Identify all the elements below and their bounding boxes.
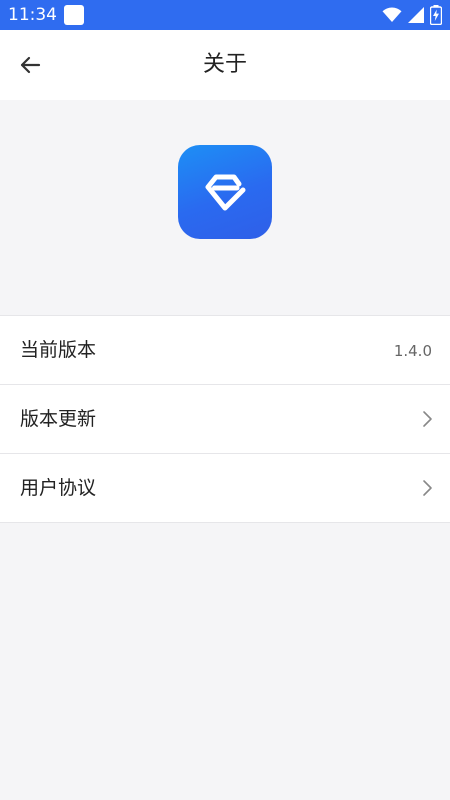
header: 关于: [0, 30, 450, 100]
page-title: 关于: [202, 52, 247, 77]
status-icons: [382, 5, 442, 25]
chevron-right-icon: [423, 480, 432, 496]
app-logo-mark: [205, 174, 246, 211]
logo-area: [0, 100, 450, 315]
battery-charging-icon: [430, 5, 442, 25]
item-label: 版本更新: [20, 408, 97, 430]
app-logo-icon: [178, 145, 272, 239]
item-label: 当前版本: [20, 339, 97, 361]
version-value: 1.4.0: [393, 342, 432, 360]
list-item-version-update[interactable]: 版本更新: [0, 385, 450, 454]
wifi-icon: [382, 7, 402, 23]
list-item-user-agreement[interactable]: 用户协议: [0, 454, 450, 523]
settings-list: 当前版本 1.4.0 版本更新 用户协议: [0, 315, 450, 523]
status-time: 11:34: [8, 5, 57, 25]
signal-icon: [408, 7, 424, 23]
status-bar: 11:34: [0, 0, 450, 30]
list-item-current-version: 当前版本 1.4.0: [0, 316, 450, 385]
item-label: 用户协议: [20, 477, 97, 499]
notification-square-icon: [64, 5, 84, 25]
chevron-right-icon: [423, 411, 432, 427]
